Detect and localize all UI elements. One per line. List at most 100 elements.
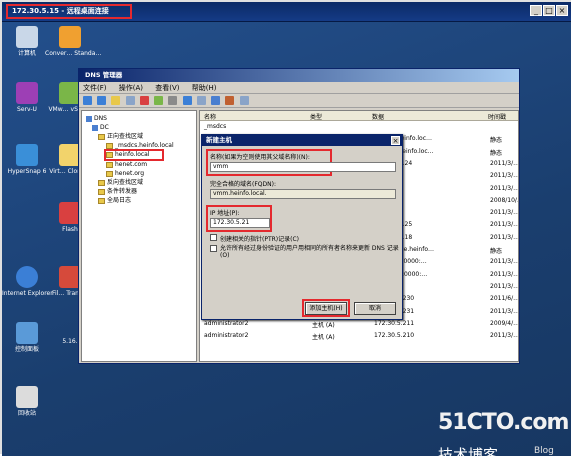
dialog-close-button[interactable]: × [391,136,400,145]
column-timestamp[interactable]: 时间戳 [488,112,506,121]
tree-item-heinfo-local[interactable]: heinfo.local [106,151,150,159]
new-host-dialog: 新建主机 × 名称(如果为空则使用其父域名称)(N): vmm 完全合格的域名(… [201,134,403,320]
server-icon [92,124,98,131]
folder-icon [106,161,113,168]
menu-help[interactable]: 帮助(H) [192,84,217,92]
folder-icon [106,170,113,177]
forward-icon[interactable] [97,96,107,105]
tree-item-dns[interactable]: DNS [86,115,107,123]
menu-file[interactable]: 文件(F) [83,84,107,92]
cell-ts: 2011/6/… [490,295,519,303]
desktop: 计算机 Conver… Standa… Serv-U VMw… vSph… Hy… [2,22,571,464]
folder-icon [98,197,105,204]
control-panel-icon [16,322,38,344]
rdp-title-bar: 172.30.5.15 - 远程桌面连接 _ □ × [2,2,571,22]
watermark-blog: Blog [534,446,554,456]
table-row[interactable]: _msdcs [202,123,518,132]
dns-window-title: DNS 管理器 [79,69,519,82]
watermark-subtitle: 技术博客 [438,446,499,464]
new-record-icon[interactable] [225,96,235,105]
auth-update-label: 允许所有经过身份验证的用户用相同的所有者名称来更新 DNS 记录(O) [220,245,399,259]
maximize-button[interactable]: □ [543,5,555,16]
menu-action[interactable]: 操作(A) [119,84,143,92]
cell-name: _msdcs [204,123,227,130]
menu-bar: 文件(F) 操作(A) 查看(V) 帮助(H) [79,82,519,94]
cell-ts: 2011/3/… [490,282,519,290]
folder-icon [98,188,105,195]
table-row[interactable]: administrator2 主机 (A) 172.30.5.210 2011/3/… [202,332,519,342]
desktop-icon-recycle-bin[interactable]: 回收站 [2,386,52,418]
help-icon[interactable] [182,96,192,105]
cell-data: 172.30.5.211 [374,319,415,327]
cell-ts: 2009/4/… [490,319,519,327]
hypersnap-icon [16,144,38,166]
ip-address-input[interactable]: 172.30.5.21 [210,218,270,228]
fqdn-field: vmm.heinfo.local. [210,189,396,199]
host-name-input[interactable]: vmm [210,162,396,172]
cell-ts: 静态 [490,149,503,157]
dns-icon [86,115,92,122]
close-button[interactable]: × [556,5,568,16]
back-icon[interactable] [83,96,92,105]
column-data[interactable]: 数据 [372,112,384,121]
remote-desktop-frame: 172.30.5.15 - 远程桌面连接 _ □ × 计算机 Conver… S… [0,0,571,464]
tree-item-global-logs[interactable]: 全局日志 [98,197,131,205]
cell-ts: 静态 [490,248,503,255]
cell-name: administrator2 [204,332,249,340]
converter-icon [59,26,81,48]
console-tree: DNS DC 正向查找区域 _msdcs.heinfo.local heinfo… [81,110,197,362]
show-tree-icon[interactable] [125,96,135,105]
folder-icon [106,142,113,149]
dialog-title: 新建主机 [202,135,402,146]
cell-ts: 静态 [490,137,503,145]
cell-ts: 2011/3/… [490,233,519,241]
cell-ts: 2011/3/… [490,209,519,217]
computer-icon [16,26,38,48]
cell-data: 172.30.5.210 [374,332,415,340]
tree-item-conditional[interactable]: 条件转发器 [98,188,137,196]
delete-icon[interactable] [139,96,149,105]
watermark: 51CTO.com 技术博客 Blog [432,410,571,476]
cell-ts: 2011/3/… [490,221,519,229]
cell-type: 主机 (A) [312,334,335,342]
ie-icon [16,266,38,288]
column-name[interactable]: 名称 [204,112,216,121]
name-label: 名称(如果为空则使用其父域名称)(N): [210,154,310,161]
ptr-label: 创建相关的指针(PTR)记录(C) [220,236,300,243]
tree-item-dc[interactable]: DC [92,124,109,132]
column-type[interactable]: 类型 [310,112,322,121]
fqdn-label: 完全合格的域名(FQDN): [210,181,276,188]
cell-ts: 2011/3/… [490,184,519,192]
new-host-icon[interactable] [211,96,221,105]
auth-update-checkbox[interactable] [210,245,217,252]
folder-icon [98,133,105,140]
tree-item-henet-com[interactable]: henet.com [106,161,147,169]
table-row[interactable]: administrator2 主机 (A) 172.30.5.211 2009/4/… [202,319,519,329]
toolbar [79,94,519,108]
cell-ts: 2011/3/… [490,270,519,278]
cell-ts: 2008/10/… [490,196,518,204]
properties-icon[interactable] [196,96,206,105]
cell-name: administrator2 [204,319,249,327]
export-icon[interactable] [168,96,178,105]
tree-item-henet-org[interactable]: henet.org [106,170,144,178]
add-host-button[interactable]: 添加主机(H) [305,302,347,315]
up-folder-icon[interactable] [111,96,121,105]
filter-icon[interactable] [239,96,249,105]
cell-ts: 2011/3/… [490,332,519,340]
cell-ts: 2011/3/… [490,172,519,180]
tree-item-reverse-zones[interactable]: 反向查找区域 [98,179,143,187]
recycle-bin-icon [16,386,38,408]
tree-item-forward-zones[interactable]: 正向查找区域 [98,133,143,141]
desktop-icon-converter[interactable]: Conver… Standa… [45,26,101,58]
watermark-logo: 51CTO.com [438,410,569,435]
refresh-icon[interactable] [154,96,164,105]
cell-ts: 2011/3/… [490,258,519,266]
servu-icon [16,82,38,104]
minimize-button[interactable]: _ [530,5,542,16]
menu-view[interactable]: 查看(V) [155,84,179,92]
folder-icon [98,179,105,186]
folder-icon [106,151,113,158]
ptr-checkbox[interactable] [210,234,217,241]
cancel-button[interactable]: 取消 [354,302,396,315]
